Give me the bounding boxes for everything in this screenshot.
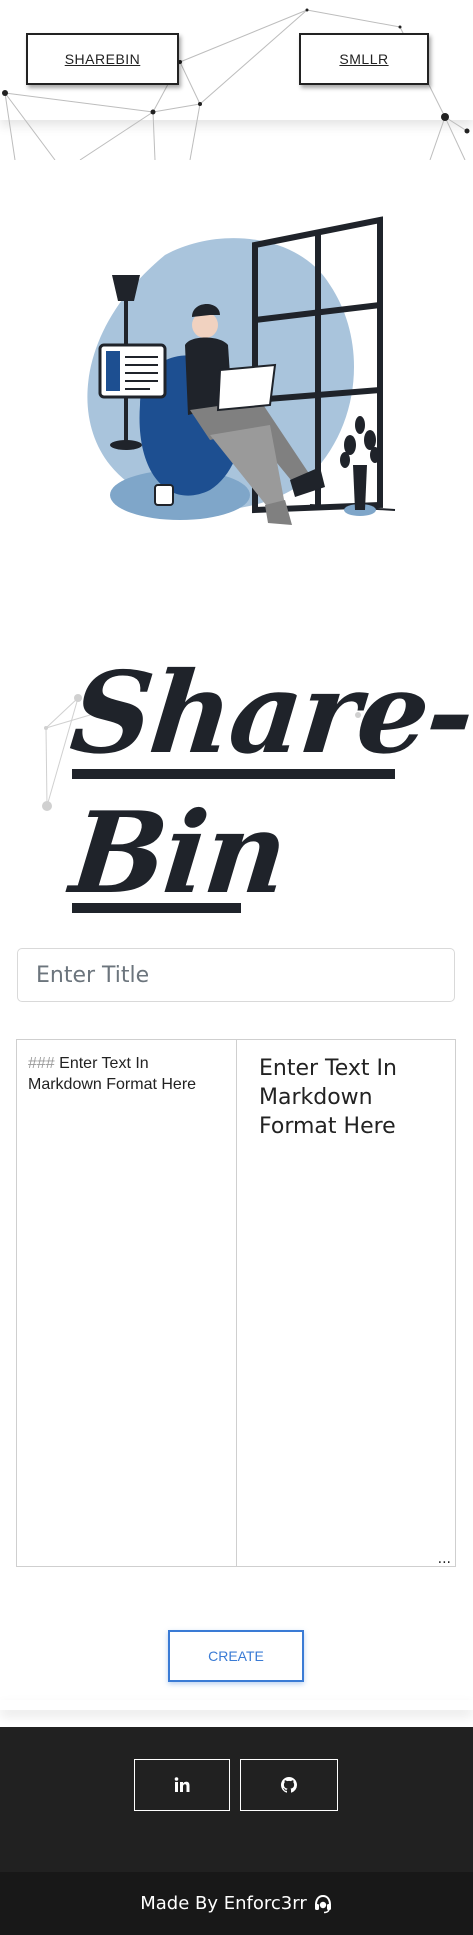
logo-underline-1 <box>72 769 395 779</box>
hero-illustration <box>87 216 396 525</box>
title-input[interactable] <box>17 948 455 1002</box>
markdown-heading-marker: ### <box>28 1055 55 1072</box>
sharebin-nav-button[interactable]: SHAREBIN <box>26 33 179 85</box>
headset-icon <box>314 1894 331 1913</box>
create-button[interactable]: CREATE <box>168 1630 304 1682</box>
preview-heading: Enter Text In Markdown Format Here <box>259 1056 397 1139</box>
github-button[interactable] <box>240 1759 338 1811</box>
content-bottom-shadow <box>0 1700 473 1710</box>
footer-credit-bar: Made By Enforc3rr <box>0 1872 473 1935</box>
logo-underline-2 <box>72 903 241 913</box>
logo-line-1: Share- <box>65 648 473 779</box>
footer: Made By Enforc3rr <box>0 1727 473 1935</box>
smllr-nav-button[interactable]: SMLLR <box>299 33 429 85</box>
markdown-editor: ### Enter Text In Markdown Format Here E… <box>16 1039 456 1567</box>
markdown-textarea[interactable]: ### Enter Text In Markdown Format Here <box>17 1040 237 1566</box>
footer-credit-text: Made By Enforc3rr <box>140 1893 307 1914</box>
header: SHAREBIN SMLLR <box>0 0 473 160</box>
logo-line-2: Bin <box>65 788 292 919</box>
sharebin-logo: Share- Bin <box>0 640 473 920</box>
markdown-preview: Enter Text In Markdown Format Here ... <box>237 1040 455 1566</box>
github-icon <box>281 1777 297 1793</box>
resize-handle[interactable]: ... <box>438 1552 451 1566</box>
linkedin-icon <box>174 1777 190 1792</box>
linkedin-button[interactable] <box>134 1759 230 1811</box>
